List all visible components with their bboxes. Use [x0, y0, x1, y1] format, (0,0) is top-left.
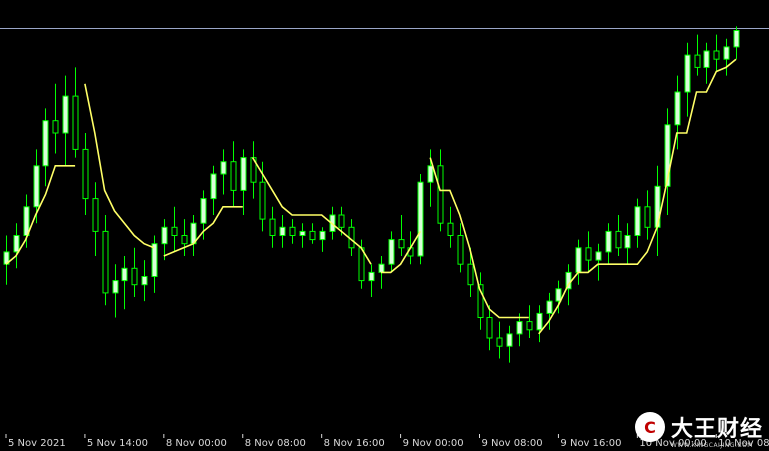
- candle-body: [52, 120, 59, 134]
- candle-body: [240, 157, 247, 191]
- candle-body: [151, 243, 158, 277]
- candle-body: [398, 239, 405, 249]
- candle-body: [181, 235, 188, 245]
- candle-body: [703, 50, 710, 68]
- candle-body: [723, 46, 730, 60]
- candle-body: [615, 230, 622, 249]
- candle-body: [171, 226, 178, 237]
- candle-body: [644, 206, 651, 228]
- candle-body: [338, 214, 345, 228]
- candle-body: [230, 161, 237, 191]
- brand-logo-icon: C: [634, 412, 665, 442]
- candle-body: [289, 226, 296, 237]
- candle-body: [447, 222, 454, 236]
- candle: [417, 174, 424, 265]
- candle-body: [713, 50, 720, 60]
- candle-body: [368, 271, 375, 282]
- candle-body: [595, 251, 602, 261]
- candle-body: [309, 230, 316, 241]
- candle-body: [684, 54, 691, 93]
- x-tick-label: 8 Nov 00:00: [166, 438, 227, 449]
- candle-body: [269, 218, 276, 237]
- candle-body: [82, 148, 89, 200]
- candle-body: [536, 312, 543, 331]
- candle-body: [13, 235, 20, 253]
- candle-body: [694, 54, 701, 68]
- candle-body: [417, 181, 424, 257]
- candle-body: [496, 337, 503, 347]
- candle-body: [299, 230, 306, 236]
- candle-body: [121, 267, 128, 282]
- candle-body: [42, 120, 49, 167]
- candle-body: [131, 267, 138, 286]
- brand-logo-wordmark: 大王财经: [670, 417, 763, 442]
- candle-body: [585, 247, 592, 261]
- candle-body: [555, 288, 562, 302]
- candle-body: [575, 247, 582, 273]
- watermark: C 大王财经: [634, 411, 763, 443]
- candle-body: [526, 321, 533, 331]
- candle-body: [624, 235, 631, 249]
- candle-body: [605, 230, 612, 253]
- candle-body: [62, 95, 69, 134]
- candle-body: [546, 300, 553, 314]
- brand-url-watermark: WWW.KINGCAIJING.COM: [670, 442, 753, 449]
- candle-body: [200, 198, 207, 224]
- candle-body: [457, 235, 464, 265]
- candle-body: [72, 95, 79, 150]
- candle-body: [161, 226, 168, 245]
- candle-body: [467, 263, 474, 286]
- candle-body: [220, 161, 227, 175]
- candle-body: [92, 198, 99, 232]
- candle-body: [486, 317, 493, 339]
- chart-background: [0, 0, 769, 451]
- x-tick-label: 5 Nov 14:00: [87, 438, 148, 449]
- candle-body: [388, 239, 395, 265]
- candle-body: [634, 206, 641, 237]
- candle-body: [210, 173, 217, 200]
- x-tick-label: 8 Nov 16:00: [324, 438, 385, 449]
- candle-body: [427, 165, 434, 183]
- x-tick-label: 9 Nov 08:00: [482, 438, 543, 449]
- candle-body: [378, 263, 385, 273]
- candle-body: [674, 91, 681, 126]
- candle-body: [516, 321, 523, 335]
- x-tick-label: 8 Nov 08:00: [245, 438, 306, 449]
- candle-body: [33, 165, 40, 208]
- candle-body: [733, 30, 740, 48]
- candle-body: [112, 280, 119, 294]
- candle-body: [279, 226, 286, 237]
- candle-body: [437, 165, 444, 224]
- candle-body: [102, 230, 109, 294]
- x-tick-label: 9 Nov 00:00: [403, 438, 464, 449]
- price-chart: 5 Nov 2021 5 Nov 14:00 8 Nov 00:00 8 Nov 08…: [0, 0, 769, 451]
- candle-body: [506, 333, 513, 347]
- x-tick-label: 5 Nov 2021: [8, 438, 66, 449]
- x-tick-label: 9 Nov 16:00: [560, 438, 621, 449]
- candle-body: [319, 230, 326, 241]
- candle-body: [259, 181, 266, 220]
- candle-body: [141, 276, 148, 286]
